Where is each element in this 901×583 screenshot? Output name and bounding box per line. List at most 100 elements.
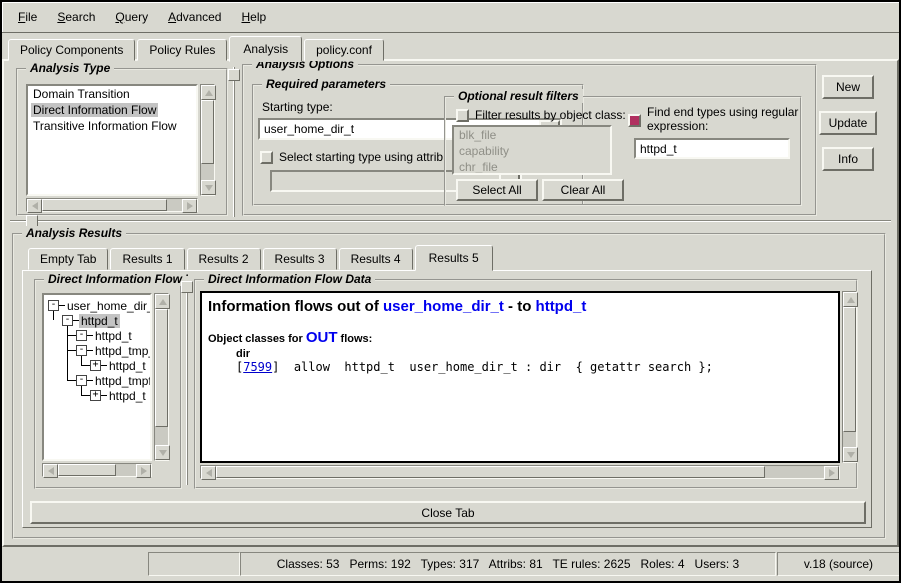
menu-item[interactable]: Query [105, 6, 158, 28]
results-tab[interactable]: Results 4 [339, 248, 413, 270]
sash-handle[interactable] [181, 281, 193, 293]
tree-expand-box[interactable]: - [76, 345, 87, 356]
results-tab[interactable]: Empty Tab [28, 248, 108, 270]
tree-node-label[interactable]: httpd_tmp_t [93, 344, 152, 358]
menu-item[interactable]: Search [47, 6, 105, 28]
select-all-button[interactable]: Select All [456, 179, 538, 201]
optional-filters-title: Optional result filters [454, 89, 583, 103]
flow-data-text[interactable]: Information flows out of user_home_dir_t… [200, 291, 840, 463]
results-vertical-sash[interactable] [186, 281, 188, 485]
scroll-thumb[interactable] [155, 309, 168, 427]
analysis-type-item[interactable]: Direct Information Flow [28, 102, 196, 118]
object-class-checkbox-label: Filter results by object class: [475, 108, 626, 122]
menu-item[interactable]: File [8, 6, 47, 28]
tree-node-label[interactable]: httpd_t [107, 389, 148, 403]
rule-number-link[interactable]: 7599 [243, 360, 272, 374]
tree-row[interactable]: + httpd_t [44, 358, 150, 373]
status-bar: Classes: 53 Perms: 192 Types: 317 Attrib… [2, 547, 899, 579]
menu-item[interactable]: Advanced [158, 6, 231, 28]
flow-tree[interactable]: - user_home_dir_t - httpd_t [42, 293, 152, 461]
object-class-item: blk_file [454, 127, 610, 143]
horizontal-sash[interactable] [10, 220, 891, 222]
info-button[interactable]: Info [822, 147, 874, 171]
tree-line [67, 350, 76, 351]
tree-row[interactable]: - httpd_t [44, 328, 150, 343]
regex-input[interactable]: httpd_t [634, 138, 790, 159]
object-classes-line: Object classes for OUT flows: [208, 329, 832, 346]
data-hscrollbar[interactable] [200, 465, 840, 479]
scroll-left-arrow[interactable] [27, 199, 42, 213]
tree-node-label[interactable]: httpd_t [79, 314, 120, 328]
main-tab[interactable]: Policy Rules [137, 39, 227, 61]
tree-expand-box[interactable]: - [62, 315, 73, 326]
tree-hscrollbar[interactable] [42, 463, 152, 477]
close-tab-button[interactable]: Close Tab [30, 501, 866, 524]
scroll-up-arrow[interactable] [843, 292, 858, 307]
analysis-type-item[interactable]: Domain Transition [28, 86, 196, 102]
flow-tree-panel: Direct Information Flow Tree - user_home… [34, 279, 182, 489]
data-vscrollbar[interactable] [842, 291, 857, 463]
clear-all-button[interactable]: Clear All [542, 179, 624, 201]
tree-row[interactable]: - user_home_dir_t [44, 298, 150, 313]
scroll-thumb[interactable] [216, 466, 765, 478]
sash-handle[interactable] [228, 69, 240, 81]
scroll-up-arrow[interactable] [201, 85, 216, 100]
new-button[interactable]: New [822, 75, 874, 99]
tree-node-label[interactable]: httpd_tmpfs_t [93, 374, 152, 388]
tree-node-label[interactable]: user_home_dir_t [65, 299, 152, 313]
tree-line [81, 385, 82, 395]
scroll-right-arrow[interactable] [182, 199, 197, 213]
tree-row[interactable]: - httpd_tmpfs_t [44, 373, 150, 388]
analysis-type-vscrollbar[interactable] [200, 84, 215, 196]
flow-data-title: Direct Information Flow Data [204, 272, 375, 286]
results-tab[interactable]: Results 2 [187, 248, 261, 270]
tree-line [67, 380, 76, 381]
tree-row[interactable]: - httpd_tmp_t [44, 343, 150, 358]
tree-node-label[interactable]: httpd_t [107, 359, 148, 373]
results-tab[interactable]: Results 5 [415, 245, 493, 271]
scroll-down-arrow[interactable] [843, 447, 858, 462]
scroll-right-arrow[interactable] [824, 466, 839, 480]
scroll-thumb[interactable] [58, 464, 116, 476]
regex-checkbox-label: Find end types using regular expression: [647, 105, 799, 133]
tree-expand-box[interactable]: - [76, 375, 87, 386]
results-tab[interactable]: Results 1 [110, 248, 184, 270]
tree-expand-box[interactable]: + [90, 360, 101, 371]
starting-type-label: Starting type: [262, 100, 333, 114]
main-tab[interactable]: Policy Components [8, 39, 135, 61]
tree-node-label[interactable]: httpd_t [93, 329, 134, 343]
tree-expand-box[interactable]: - [76, 330, 87, 341]
tree-expand-box[interactable]: - [48, 300, 59, 311]
attrib-checkbox[interactable] [260, 151, 273, 164]
main-tab-bar: Policy Components Policy Rules Analysis … [8, 36, 386, 61]
analysis-type-listbox[interactable]: Domain Transition Direct Information Flo… [26, 84, 198, 196]
tree-row[interactable]: - httpd_t [44, 313, 150, 328]
object-class-checkbox[interactable] [456, 109, 469, 122]
main-tab[interactable]: Analysis [229, 36, 302, 62]
scroll-right-arrow[interactable] [136, 464, 151, 478]
scroll-thumb[interactable] [843, 307, 856, 432]
scroll-thumb[interactable] [201, 100, 214, 164]
scroll-up-arrow[interactable] [155, 294, 170, 309]
regex-checkbox[interactable] [628, 114, 641, 127]
vertical-sash[interactable] [233, 67, 235, 217]
menu-bar: File Search Query Advanced Help [2, 2, 899, 33]
scroll-down-arrow[interactable] [155, 445, 170, 460]
update-button[interactable]: Update [819, 111, 877, 135]
scroll-down-arrow[interactable] [201, 180, 216, 195]
tree-expand-box[interactable]: + [90, 390, 101, 401]
results-tab[interactable]: Results 3 [263, 248, 337, 270]
menu-item[interactable]: Help [231, 6, 276, 28]
status-empty-box [148, 552, 240, 576]
tree-vscrollbar[interactable] [154, 293, 169, 461]
scroll-thumb[interactable] [42, 199, 167, 211]
object-class-checkbox-row: Filter results by object class: [456, 108, 626, 122]
analysis-type-item[interactable]: Transitive Information Flow [28, 118, 196, 134]
main-tab[interactable]: policy.conf [304, 39, 384, 61]
object-class-name: dir [236, 348, 832, 360]
scroll-left-arrow[interactable] [201, 466, 216, 480]
tree-row[interactable]: + httpd_t [44, 388, 150, 403]
scroll-left-arrow[interactable] [43, 464, 58, 478]
analysis-type-hscrollbar[interactable] [26, 198, 198, 212]
apol-window: File Search Query Advanced Help Policy C… [0, 0, 901, 583]
